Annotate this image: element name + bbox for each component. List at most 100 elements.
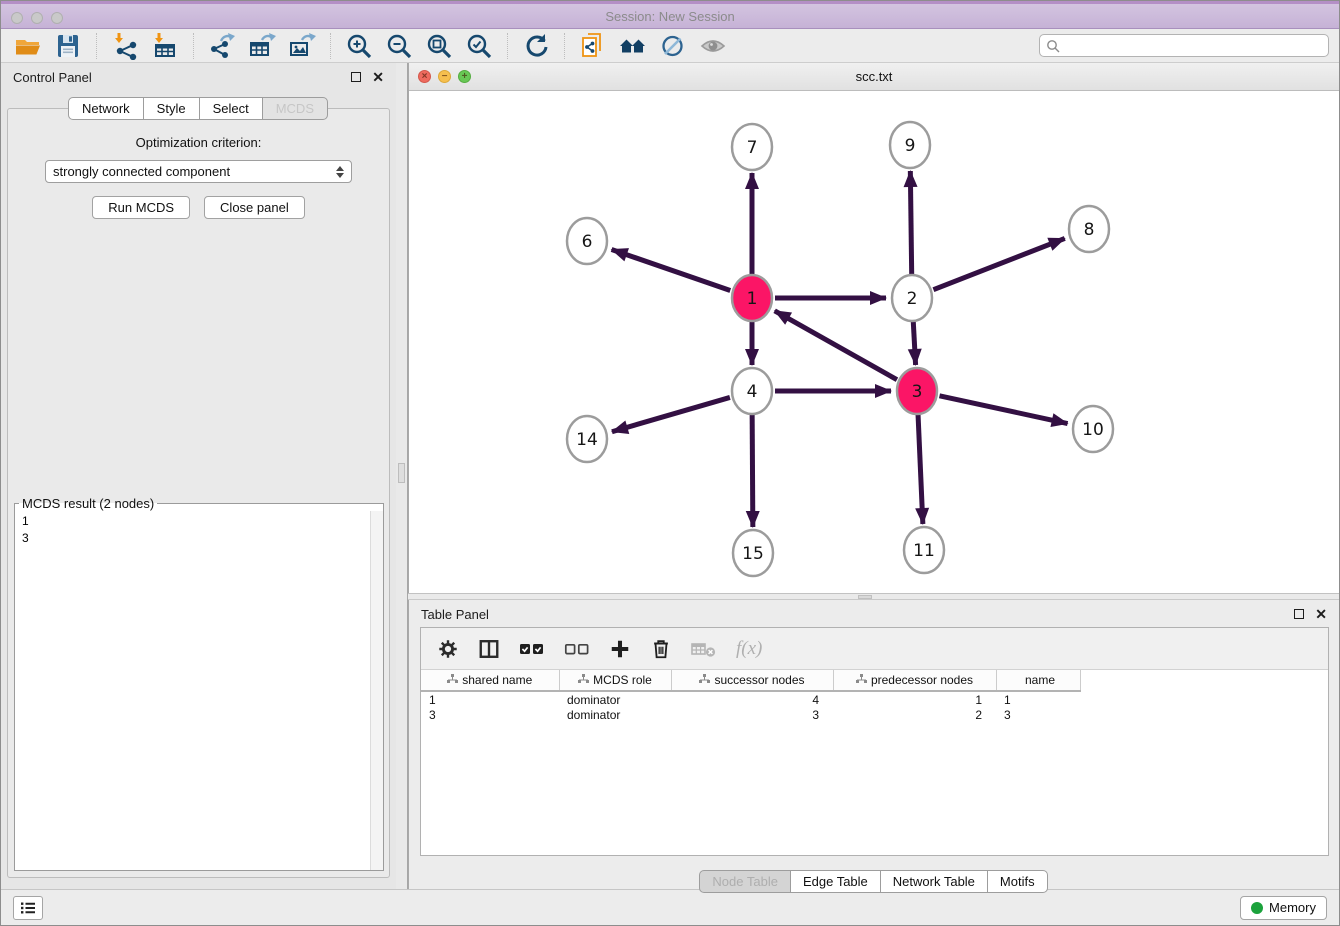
- table-tab-edge-table[interactable]: Edge Table: [790, 870, 881, 893]
- table-delete-icon: [691, 639, 717, 659]
- graph-edge-3-11[interactable]: [918, 414, 923, 524]
- cell-shared-name[interactable]: 1: [421, 691, 559, 707]
- memory-button[interactable]: Memory: [1240, 896, 1327, 920]
- copy-pages-share-icon: [579, 32, 607, 60]
- run-mcds-button[interactable]: Run MCDS: [92, 196, 190, 219]
- network-close-icon[interactable]: ×: [418, 70, 431, 83]
- node-table-scroll-area[interactable]: shared nameMCDS rolesuccessor nodesprede…: [421, 670, 1328, 855]
- graph-node-7[interactable]: 7: [732, 124, 772, 170]
- cell-mcds-role[interactable]: dominator: [559, 707, 671, 723]
- graph-node-3[interactable]: 3: [897, 368, 937, 414]
- delete-column-icon[interactable]: [650, 638, 672, 660]
- memory-label: Memory: [1269, 900, 1316, 915]
- column-header-name[interactable]: name: [996, 670, 1080, 691]
- column-header-shared-name[interactable]: shared name: [421, 670, 559, 691]
- graph-edge-1-6[interactable]: [612, 249, 731, 290]
- add-column-icon[interactable]: [609, 638, 631, 660]
- graph-edge-4-14[interactable]: [612, 397, 730, 431]
- network-canvas[interactable]: 7 9 6 8 1 2 4 3 14 10 15 11: [409, 91, 1339, 593]
- export-image-icon[interactable]: [285, 31, 319, 61]
- column-header-mcds-role[interactable]: MCDS role: [559, 670, 671, 691]
- cell-name[interactable]: 1: [996, 691, 1080, 707]
- export-network-icon[interactable]: [205, 31, 239, 61]
- import-network-icon[interactable]: [108, 31, 142, 61]
- column-header-predecessor-nodes[interactable]: predecessor nodes: [833, 670, 996, 691]
- table-tab-node-table[interactable]: Node Table: [699, 870, 791, 893]
- search-field[interactable]: [1039, 34, 1329, 57]
- minimize-window-icon[interactable]: [31, 12, 43, 24]
- graph-edge-3-10[interactable]: [939, 396, 1067, 424]
- column-chooser-icon[interactable]: [478, 638, 500, 660]
- select-all-icon[interactable]: [519, 640, 545, 658]
- task-history-button[interactable]: [13, 896, 43, 920]
- network-minimize-icon[interactable]: −: [438, 70, 451, 83]
- tab-mcds[interactable]: MCDS: [262, 97, 328, 120]
- table-tab-network-table[interactable]: Network Table: [880, 870, 988, 893]
- graph-edge-4-15[interactable]: [752, 414, 753, 527]
- graph-node-15[interactable]: 15: [733, 530, 773, 576]
- cell-mcds-role[interactable]: dominator: [559, 691, 671, 707]
- graph-edge-2-3[interactable]: [913, 321, 915, 365]
- cell-predecessor-nodes[interactable]: 2: [833, 707, 996, 723]
- vertical-splitter-handle[interactable]: [398, 463, 405, 483]
- horizontal-splitter-handle[interactable]: [858, 595, 872, 599]
- optimization-criterion-dropdown[interactable]: strongly connected component: [45, 160, 352, 183]
- close-panel-icon[interactable]: ✕: [372, 72, 384, 82]
- houses-icon[interactable]: [616, 31, 650, 61]
- graph-edge-2-8[interactable]: [933, 238, 1064, 289]
- table-settings-icon[interactable]: [437, 638, 459, 660]
- export-table-icon[interactable]: [245, 31, 279, 61]
- vertical-splitter[interactable]: [396, 63, 408, 891]
- column-label: name: [1025, 673, 1055, 687]
- close-window-icon[interactable]: [11, 12, 23, 24]
- delete-table-icon: [691, 639, 717, 659]
- clone-network-icon[interactable]: [576, 31, 610, 61]
- graph-node-14[interactable]: 14: [567, 416, 607, 462]
- zoom-out-icon[interactable]: [382, 31, 416, 61]
- open-session-icon[interactable]: [11, 31, 45, 61]
- result-scrollbar[interactable]: [370, 511, 383, 870]
- graph-node-11[interactable]: 11: [904, 527, 944, 573]
- graph-node-10[interactable]: 10: [1073, 406, 1113, 452]
- float-panel-icon[interactable]: [351, 72, 361, 82]
- cell-predecessor-nodes[interactable]: 1: [833, 691, 996, 707]
- graph-edge-2-9[interactable]: [910, 171, 911, 275]
- graph-node-2[interactable]: 2: [892, 275, 932, 321]
- maximize-window-icon[interactable]: [51, 12, 63, 24]
- save-session-icon[interactable]: [51, 31, 85, 61]
- table-row[interactable]: 3dominator323: [421, 707, 1080, 723]
- apply-layout-icon[interactable]: [519, 31, 553, 61]
- import-table-icon[interactable]: [148, 31, 182, 61]
- zoom-in-icon[interactable]: [342, 31, 376, 61]
- graphics-details-icon[interactable]: [656, 31, 690, 61]
- cell-name[interactable]: 3: [996, 707, 1080, 723]
- deselect-all-icon[interactable]: [564, 640, 590, 658]
- svg-text:2: 2: [907, 289, 918, 309]
- graph-node-8[interactable]: 8: [1069, 206, 1109, 252]
- horizontal-splitter[interactable]: [408, 593, 1339, 600]
- trash-icon: [650, 638, 672, 660]
- graph-node-1[interactable]: 1: [732, 275, 772, 321]
- graph-node-6[interactable]: 6: [567, 218, 607, 264]
- mcds-result-list[interactable]: 1 3: [15, 511, 383, 870]
- network-maximize-icon[interactable]: +: [458, 70, 471, 83]
- tab-network[interactable]: Network: [68, 97, 144, 120]
- graph-node-4[interactable]: 4: [732, 368, 772, 414]
- zoom-fit-icon[interactable]: [422, 31, 456, 61]
- table-row[interactable]: 1dominator411: [421, 691, 1080, 707]
- graph-node-9[interactable]: 9: [890, 122, 930, 168]
- search-input[interactable]: [1064, 39, 1322, 53]
- cell-successor-nodes[interactable]: 4: [671, 691, 833, 707]
- float-table-panel-icon[interactable]: [1294, 609, 1304, 619]
- tab-select[interactable]: Select: [199, 97, 263, 120]
- close-table-panel-icon[interactable]: ✕: [1315, 609, 1327, 619]
- graph-edge-3-1[interactable]: [775, 311, 897, 380]
- column-header-successor-nodes[interactable]: successor nodes: [671, 670, 833, 691]
- table-tab-motifs[interactable]: Motifs: [987, 870, 1048, 893]
- close-panel-button[interactable]: Close panel: [204, 196, 305, 219]
- tab-style[interactable]: Style: [143, 97, 200, 120]
- titlebar: Session: New Session: [1, 1, 1339, 29]
- cell-successor-nodes[interactable]: 3: [671, 707, 833, 723]
- zoom-selected-icon[interactable]: [462, 31, 496, 61]
- cell-shared-name[interactable]: 3: [421, 707, 559, 723]
